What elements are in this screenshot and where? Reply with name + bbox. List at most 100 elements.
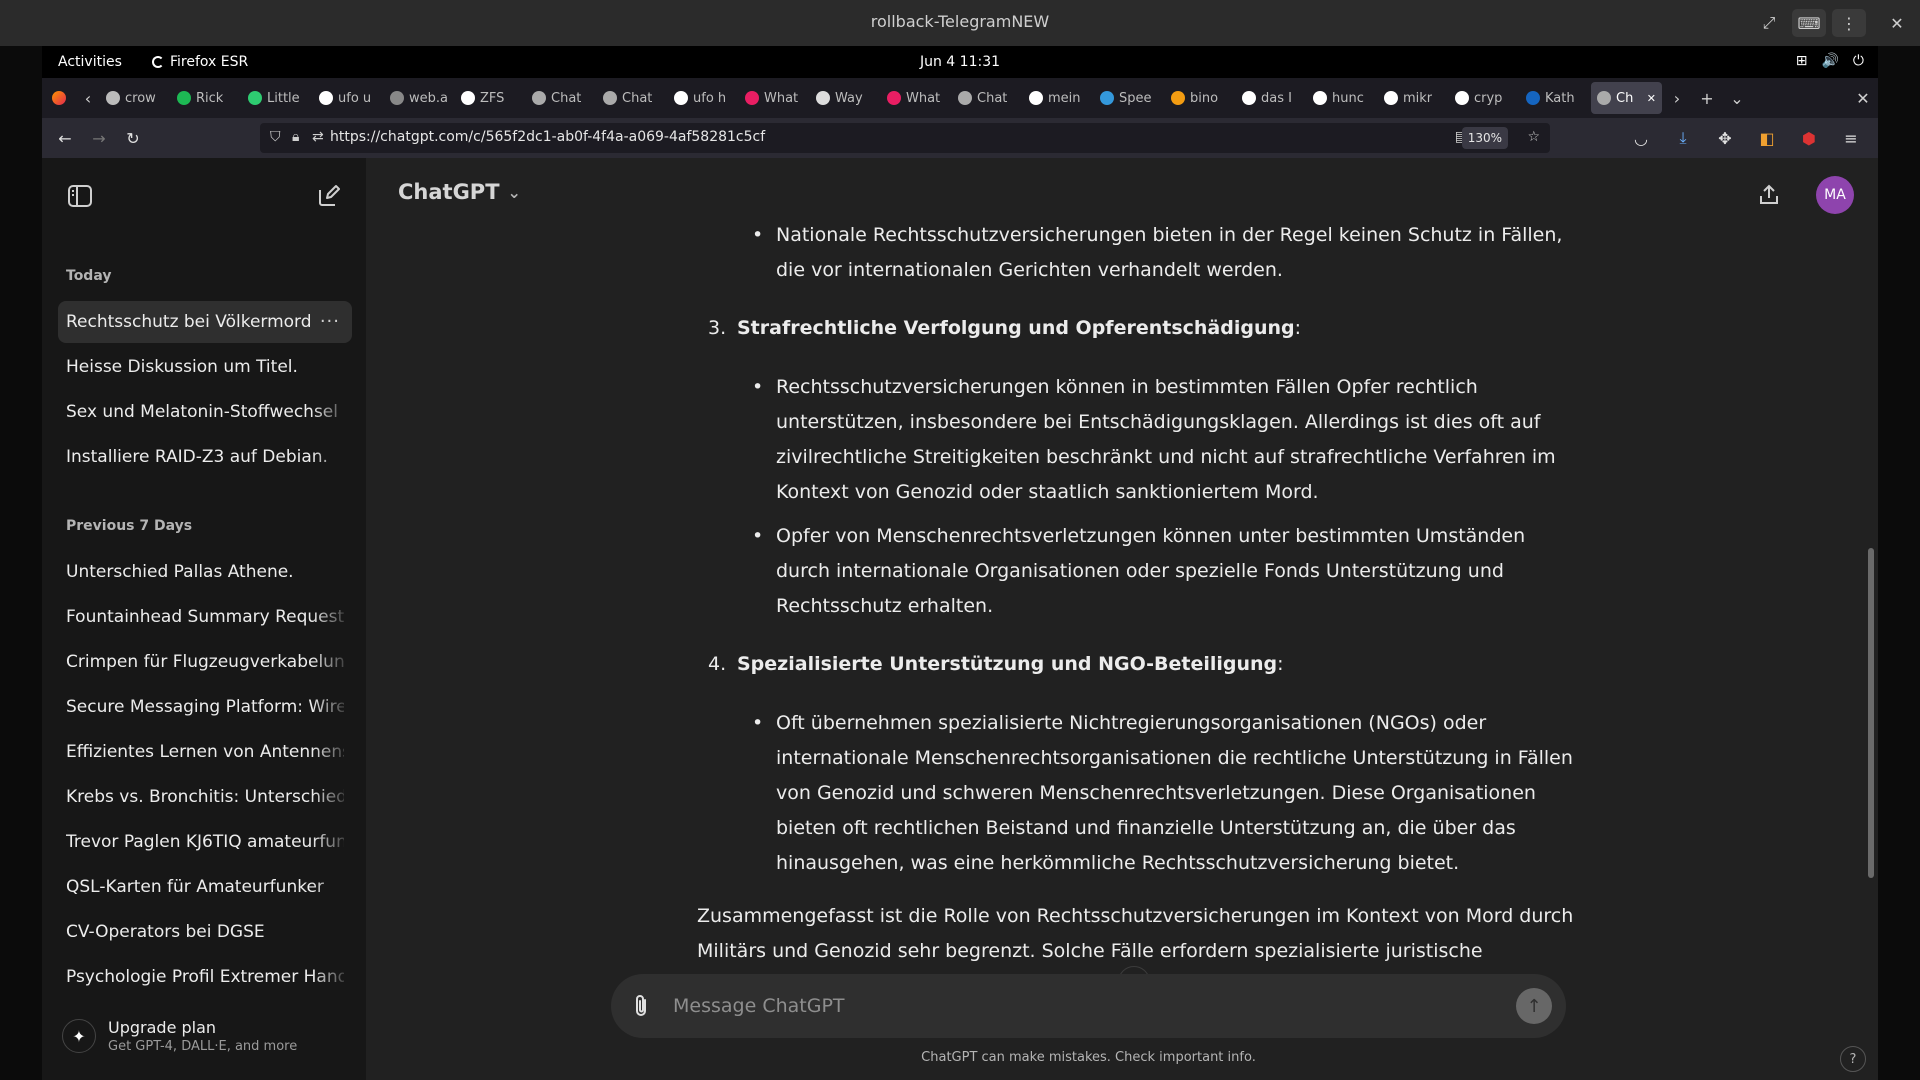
fullscreen-icon[interactable]: ⤢ xyxy=(1752,9,1786,37)
forward-icon[interactable]: → xyxy=(82,123,116,153)
conversation-item[interactable]: Fountainhead Summary Request xyxy=(58,596,352,638)
permissions-icon[interactable]: ⇄ xyxy=(312,129,324,145)
send-button[interactable]: ↑ xyxy=(1516,988,1552,1024)
list-all-tabs-icon[interactable]: ⌄ xyxy=(1722,82,1752,114)
ublock-icon[interactable]: ⬢ xyxy=(1792,123,1826,153)
browser-tab[interactable]: Chat xyxy=(597,82,668,114)
conversation-item[interactable]: Heisse Diskussion um Titel. xyxy=(58,346,352,388)
conversation-item[interactable]: Krebs vs. Bronchitis: Unterschiede xyxy=(58,776,352,818)
conversation-item[interactable]: Psychologie Profil Extremer Handlu xyxy=(58,956,352,998)
extensions-icon[interactable]: ✥ xyxy=(1708,123,1742,153)
tab-favicon-icon xyxy=(1313,91,1327,105)
new-chat-icon[interactable] xyxy=(310,178,346,214)
close-tab-icon[interactable]: ✕ xyxy=(1647,92,1656,105)
zoom-level[interactable]: 130% xyxy=(1461,127,1508,149)
reload-icon[interactable]: ↻ xyxy=(116,123,150,153)
pocket-icon[interactable]: ◡ xyxy=(1624,123,1658,153)
browser-tab[interactable]: bino xyxy=(1165,82,1236,114)
downloads-icon[interactable]: ⤓ xyxy=(1666,123,1700,153)
section-previous-7-days: Previous 7 Days xyxy=(66,518,193,534)
browser-tab[interactable]: What xyxy=(881,82,952,114)
fade-overlay xyxy=(312,731,352,773)
model-selector[interactable]: ChatGPT ⌄ xyxy=(398,180,521,204)
tab-label: das I xyxy=(1261,90,1292,106)
conversation-title: Secure Messaging Platform: Wire xyxy=(66,697,344,717)
tab-favicon-icon xyxy=(1100,91,1114,105)
firefox-view-icon[interactable] xyxy=(42,82,76,114)
conversation-item[interactable]: Effizientes Lernen von Antennenstr xyxy=(58,731,352,773)
extension-icon[interactable]: ◧ xyxy=(1750,123,1784,153)
tab-favicon-icon xyxy=(532,91,546,105)
conversation-item[interactable]: Secure Messaging Platform: Wire xyxy=(58,686,352,728)
browser-tab[interactable]: ufo h xyxy=(668,82,739,114)
conversation-item[interactable]: Unterschied Pallas Athene. xyxy=(58,551,352,593)
hamburger-menu-icon[interactable]: ≡ xyxy=(1834,123,1868,153)
scrollbar[interactable] xyxy=(1868,548,1874,878)
tab-label: mein xyxy=(1048,90,1081,106)
tab-label: Kath xyxy=(1545,90,1575,106)
browser-tab[interactable]: mein xyxy=(1023,82,1094,114)
fade-overlay xyxy=(312,391,352,433)
keyboard-icon[interactable]: ⌨ xyxy=(1792,9,1826,37)
kebab-menu-icon[interactable]: ⋮ xyxy=(1832,9,1866,37)
lock-icon[interactable]: 🔒︎ xyxy=(292,129,299,145)
tab-label: Little xyxy=(267,90,300,106)
url-text[interactable]: https://chatgpt.com/c/565f2dc1-ab0f-4f4a… xyxy=(330,129,765,145)
conversation-item[interactable]: Installiere RAID-Z3 auf Debian. xyxy=(58,436,352,478)
share-button[interactable] xyxy=(1750,176,1788,214)
back-icon[interactable]: ← xyxy=(48,123,82,153)
tab-label: crow xyxy=(125,90,156,106)
options-icon[interactable]: ··· xyxy=(320,311,340,332)
browser-tab[interactable]: hunc xyxy=(1307,82,1378,114)
help-button[interactable]: ? xyxy=(1840,1046,1866,1072)
browser-tab[interactable]: Chat xyxy=(952,82,1023,114)
browser-tab[interactable]: cryp xyxy=(1449,82,1520,114)
browser-tab[interactable]: Way xyxy=(810,82,881,114)
browser-tab[interactable]: Kath xyxy=(1520,82,1591,114)
message-composer: ↑ xyxy=(611,974,1566,1038)
close-window-icon[interactable]: ✕ xyxy=(1848,82,1878,114)
url-bar[interactable]: ⛉ 🔒︎ ⇄ https://chatgpt.com/c/565f2dc1-ab… xyxy=(260,123,1550,153)
shield-icon[interactable]: ⛉ xyxy=(270,129,281,145)
conversation-title: Fountainhead Summary Request xyxy=(66,607,344,627)
browser-tab[interactable]: crow xyxy=(100,82,171,114)
upgrade-plan-button[interactable]: ✦ Upgrade plan Get GPT-4, DALL·E, and mo… xyxy=(62,1008,352,1064)
clock[interactable]: Jun 4 11:31 xyxy=(42,54,1878,70)
conversation-item[interactable]: CV-Operators bei DGSE xyxy=(58,911,352,953)
tab-label: ZFS xyxy=(480,90,505,106)
tab-label: bino xyxy=(1190,90,1219,106)
conversation-item[interactable]: QSL-Karten für Amateurfunker xyxy=(58,866,352,908)
browser-tab[interactable]: ZFS xyxy=(455,82,526,114)
conversation-item[interactable]: Trevor Paglen KJ6TIQ amateurfunk xyxy=(58,821,352,863)
tab-favicon-icon xyxy=(461,91,475,105)
browser-tab[interactable]: das I xyxy=(1236,82,1307,114)
avatar[interactable]: MA xyxy=(1816,176,1854,214)
conversation-item[interactable]: Sex und Melatonin-Stoffwechsel xyxy=(58,391,352,433)
browser-tab[interactable]: Ch ✕ xyxy=(1591,82,1662,114)
tab-favicon-icon xyxy=(1242,91,1256,105)
fade-overlay xyxy=(312,346,352,388)
new-tab-icon[interactable]: + xyxy=(1692,82,1722,114)
conversation-item[interactable]: Rechtsschutz bei Völkermord ··· xyxy=(58,301,352,343)
bookmark-star-icon[interactable]: ☆ xyxy=(1527,129,1540,145)
close-icon[interactable]: ✕ xyxy=(1880,9,1914,37)
scroll-tabs-left-icon[interactable]: ‹ xyxy=(76,82,100,114)
browser-tab[interactable]: Rick xyxy=(171,82,242,114)
tab-favicon-icon xyxy=(1597,91,1611,105)
conversation-item[interactable]: Crimpen für Flugzeugverkabelung xyxy=(58,641,352,683)
system-tray[interactable]: ⊞ 🔊 ⏻ xyxy=(1796,53,1864,69)
browser-tab[interactable]: Spee xyxy=(1094,82,1165,114)
browser-tab[interactable]: ufo u xyxy=(313,82,384,114)
browser-tab[interactable]: mikr xyxy=(1378,82,1449,114)
tab-label: What xyxy=(764,90,799,106)
scroll-tabs-right-icon[interactable]: › xyxy=(1662,82,1692,114)
browser-tab[interactable]: Little xyxy=(242,82,313,114)
message-input[interactable] xyxy=(673,991,1473,1021)
browser-tab[interactable]: What xyxy=(739,82,810,114)
attach-button[interactable] xyxy=(625,990,657,1022)
tab-favicon-icon xyxy=(390,91,404,105)
tab-label: Chat xyxy=(977,90,1008,106)
toggle-sidebar-icon[interactable] xyxy=(62,178,98,214)
browser-tab[interactable]: Chat xyxy=(526,82,597,114)
browser-tab[interactable]: web.arc xyxy=(384,82,455,114)
